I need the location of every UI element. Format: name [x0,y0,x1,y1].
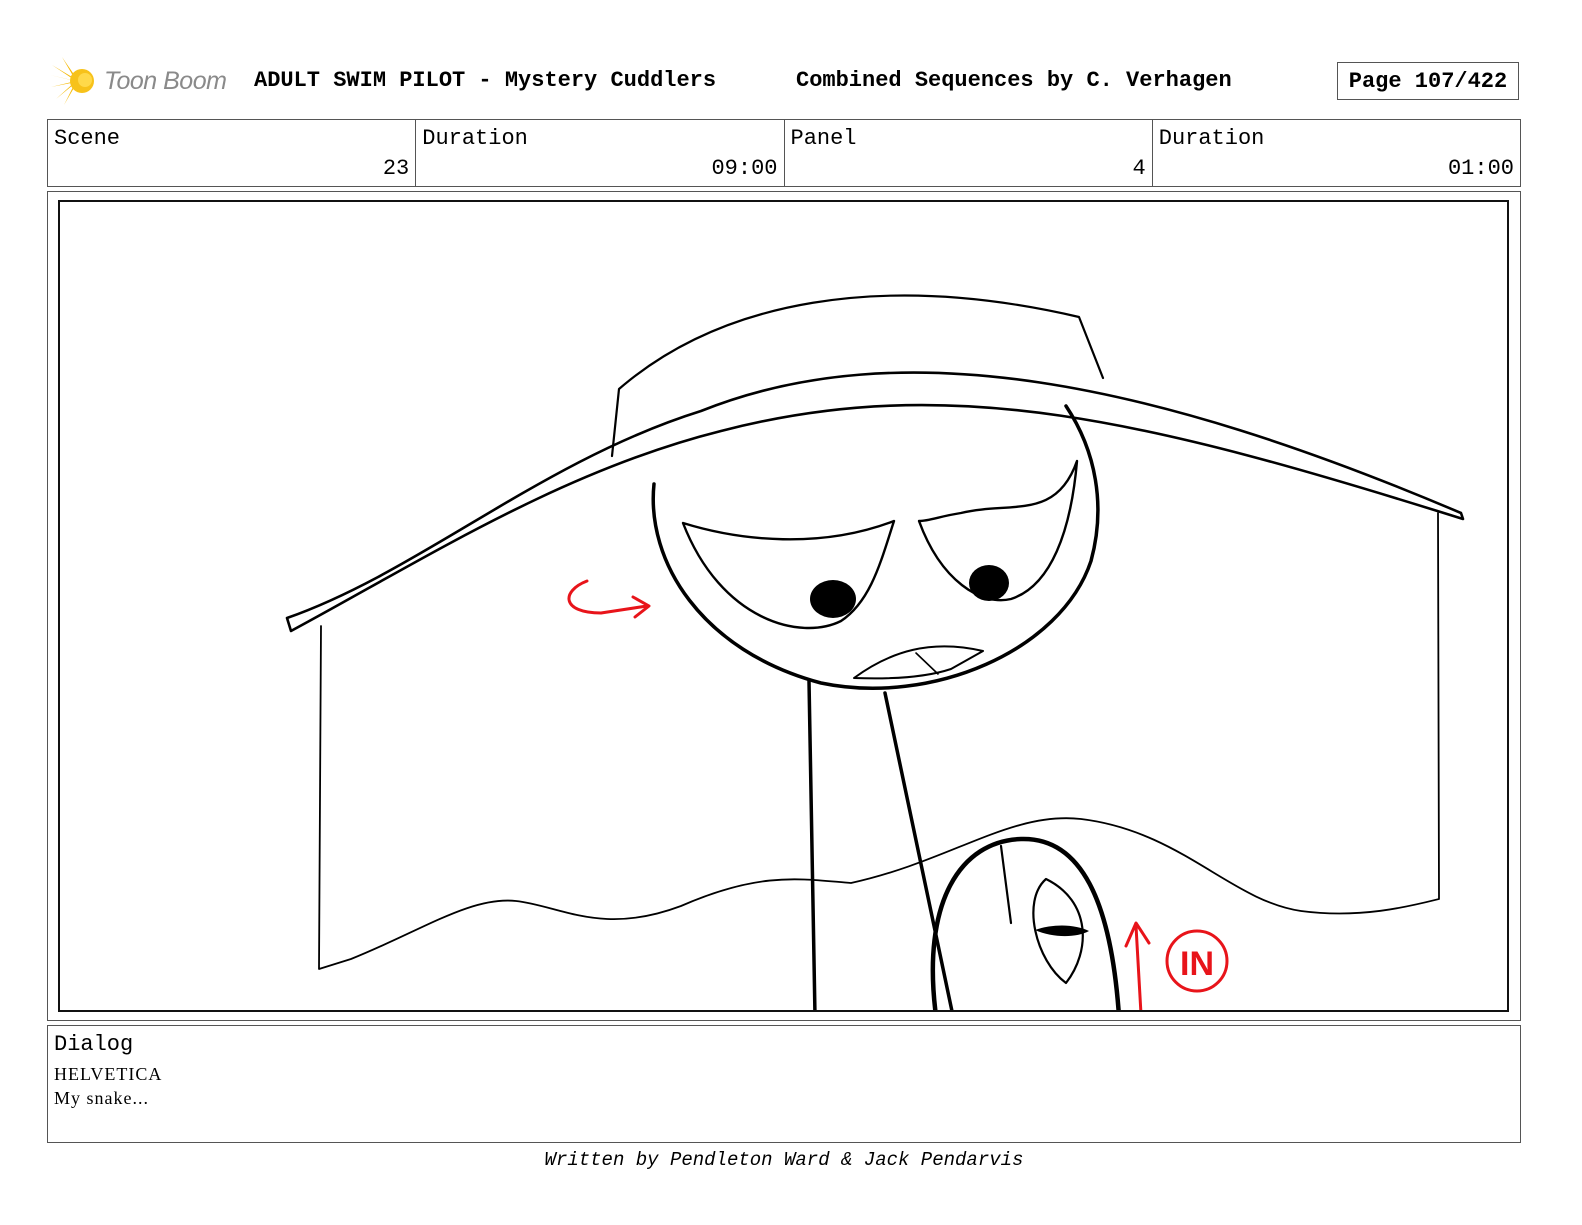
left-eye [681,519,896,630]
scene-duration-value: 09:00 [711,156,778,181]
panel-cell: Panel 4 [785,120,1153,186]
storyboard-panel: IN [58,200,1509,1012]
up-arrow-icon [1124,921,1151,1010]
hat-brim [285,371,1465,633]
neck-right [883,691,954,1010]
rotate-arrow-icon [567,579,651,619]
panel-duration-cell: Duration 01:00 [1153,120,1520,186]
dialog-box: Dialog HELVETICA My snake... [47,1025,1521,1143]
scene-info-row: Scene 23 Duration 09:00 Panel 4 Duration… [47,119,1521,187]
dialog-label: Dialog [54,1032,134,1057]
page-number: Page 107/422 [1337,62,1519,100]
dialog-line: My snake... [54,1088,149,1108]
scene-label: Scene [54,126,121,151]
scene-duration-label: Duration [422,126,528,151]
document-title: ADULT SWIM PILOT - Mystery Cuddlers [254,68,717,93]
panel-label: Panel [790,126,857,151]
logo-text: Toon Boom [104,66,227,95]
scene-duration-cell: Duration 09:00 [416,120,785,186]
panel-duration-label: Duration [1158,126,1265,151]
in-annotation-text: IN [1180,945,1214,983]
cape [318,512,1440,970]
panel-value: 4 [1132,156,1146,181]
neck-left [807,679,817,1010]
head-outline [651,404,1100,690]
snake [930,836,1121,1010]
starburst-logo-icon [50,57,94,105]
dialog-character: HELVETICA [54,1064,163,1084]
scene-cell: Scene 23 [48,120,417,186]
storyboard-drawing: IN [285,294,1465,1010]
toon-boom-logo: Toon Boom [50,55,240,107]
panel-duration-value: 01:00 [1447,156,1514,181]
scene-value: 23 [382,156,410,181]
document-subtitle: Combined Sequences by C. Verhagen [796,68,1232,93]
storyboard-panel-frame: IN [47,191,1521,1021]
footer-credit: Written by Pendleton Ward & Jack Pendarv… [544,1149,1024,1171]
